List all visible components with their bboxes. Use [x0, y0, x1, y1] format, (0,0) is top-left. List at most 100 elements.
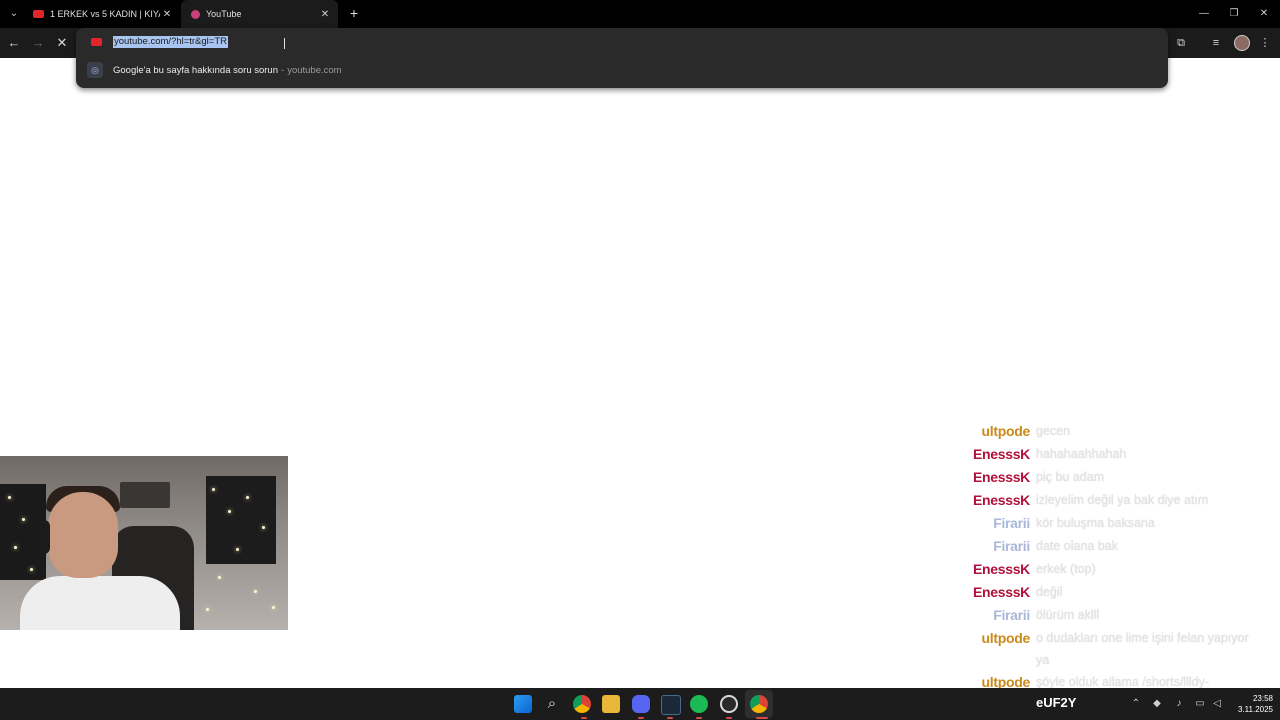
fairy-light	[262, 526, 265, 529]
webcam-wall-panel	[206, 476, 276, 564]
tab-video[interactable]: 1 ERKEK vs 5 KADIN | KIYAFETLİ ✕	[23, 0, 180, 28]
profile-avatar[interactable]	[1234, 35, 1250, 51]
menu-icon[interactable]: ⋮	[1257, 35, 1273, 51]
fairy-light	[272, 606, 275, 609]
minimize-icon[interactable]: —	[1189, 0, 1219, 28]
fairy-light	[228, 510, 231, 513]
suggestion-domain: youtube.com	[287, 64, 342, 76]
webcam-shelf	[120, 482, 170, 508]
tab-search-icon[interactable]: ⌄	[6, 6, 22, 22]
fairy-light	[22, 518, 25, 521]
chrome-icon[interactable]	[573, 695, 591, 713]
chat-text: hahahaahhahah	[1036, 447, 1127, 461]
tab-title: YouTube	[206, 9, 242, 19]
discord-icon[interactable]	[632, 695, 650, 713]
tab-youtube[interactable]: YouTube ✕	[181, 0, 338, 28]
omnibox-dropdown: youtube.com/?hl=tr&gl=TR ◎ Google'a bu s…	[76, 28, 1168, 88]
running-indicator	[726, 717, 732, 719]
taskbar-label: eUF2Y	[1036, 695, 1077, 710]
chat-text: gecen	[1036, 424, 1071, 438]
media-control-icon[interactable]: ≡	[1208, 35, 1224, 51]
running-indicator	[581, 717, 587, 719]
stream-chat-overlay: ultpode gecen EnesssK hahahaahhahah Enes…	[940, 420, 1260, 688]
search-icon[interactable]: ⌕	[543, 695, 561, 713]
chat-message: Firarii kör buluşma baksana	[940, 512, 1260, 535]
running-indicator	[667, 717, 673, 719]
stop-loading-icon[interactable]: ✕	[54, 35, 70, 51]
file-explorer-icon[interactable]	[602, 695, 620, 713]
restore-icon[interactable]: ❐	[1219, 0, 1249, 28]
close-tab-icon[interactable]: ✕	[318, 9, 332, 20]
chat-message: EnesssK değil	[940, 581, 1260, 604]
chat-username: Firarii	[993, 538, 1030, 554]
close-window-icon[interactable]: ✕	[1249, 0, 1279, 28]
tab-strip: ⌄ 1 ERKEK vs 5 KADIN | KIYAFETLİ ✕ YouTu…	[0, 0, 1280, 28]
chat-message: EnesssK piç bu adam	[940, 466, 1260, 489]
chat-text: erkek (top)	[1036, 562, 1096, 576]
webcam-headset	[36, 520, 50, 554]
microphone-icon[interactable]: ♪	[1172, 697, 1186, 711]
clock-time: 23:58	[1252, 694, 1273, 703]
steam-tray-icon[interactable]: ◆	[1150, 697, 1164, 711]
webcam-person-head	[48, 492, 118, 578]
extensions-icon[interactable]: ⧉	[1173, 35, 1189, 51]
windows-taskbar: ⌕ eUF2Y ⌃ ◆ ♪ ▭ ◁ 23:58 3.11.2025	[0, 688, 1280, 720]
fairy-light	[236, 548, 239, 551]
chat-text: ölürüm aklll	[1036, 608, 1100, 622]
chevron-up-icon[interactable]: ⌃	[1129, 697, 1143, 711]
chat-text: izleyelim değil ya bak diye atım	[1036, 493, 1209, 507]
youtube-icon	[33, 10, 44, 18]
chat-username: EnesssK	[972, 584, 1030, 600]
fairy-light	[206, 608, 209, 611]
chat-username: Firarii	[993, 607, 1030, 623]
chat-message: ultpode gecen	[940, 420, 1260, 443]
fairy-light	[14, 546, 17, 549]
chat-username: ultpode	[981, 423, 1031, 439]
fairy-light	[254, 590, 257, 593]
forward-icon[interactable]: →	[30, 35, 46, 51]
chat-message: EnesssK izleyelim değil ya bak diye atım	[940, 489, 1260, 512]
chrome-active-icon[interactable]	[750, 695, 768, 713]
fairy-light	[30, 568, 33, 571]
chat-username: EnesssK	[972, 469, 1030, 485]
steam-icon[interactable]	[661, 695, 681, 715]
chat-text: değil	[1036, 585, 1063, 599]
chat-text: date olana bak	[1036, 539, 1119, 553]
loading-icon	[191, 9, 200, 19]
running-indicator	[696, 717, 702, 719]
chat-text: piç bu adam	[1036, 470, 1105, 484]
chat-username: ultpode	[981, 630, 1031, 646]
network-icon[interactable]: ▭	[1193, 697, 1207, 711]
system-clock[interactable]: 23:58 3.11.2025	[1233, 693, 1273, 715]
text-cursor	[284, 38, 285, 49]
windows-start-icon[interactable]	[514, 695, 532, 713]
fairy-light	[218, 576, 221, 579]
back-icon[interactable]: ←	[6, 35, 22, 51]
tab-title: 1 ERKEK vs 5 KADIN | KIYAFETLİ	[50, 9, 160, 19]
chat-message: EnesssK erkek (top)	[940, 558, 1260, 581]
webcam-overlay	[0, 456, 288, 630]
address-bar-input[interactable]: youtube.com/?hl=tr&gl=TR	[113, 36, 229, 48]
chat-text: o dudakları one lime işini felan yapıyor…	[1036, 631, 1249, 667]
chat-message: ultpode o dudakları one lime işini felan…	[940, 627, 1260, 673]
fairy-light	[212, 488, 215, 491]
volume-icon[interactable]: ◁	[1210, 697, 1224, 711]
fairy-light	[8, 496, 11, 499]
chat-username: ultpode	[981, 674, 1031, 688]
chat-username: Firarii	[993, 515, 1030, 531]
suggestion-text: Google'a bu sayfa hakkında soru sorun	[113, 64, 279, 76]
fairy-light	[246, 496, 249, 499]
spotify-icon[interactable]	[690, 695, 708, 713]
chat-message: Firarii ölürüm aklll	[940, 604, 1260, 627]
obs-icon[interactable]	[720, 695, 738, 713]
omnibox-suggestion[interactable]: ◎ Google'a bu sayfa hakkında soru sorun …	[76, 58, 1168, 82]
youtube-icon	[91, 38, 102, 46]
new-tab-icon[interactable]: +	[346, 5, 362, 21]
chat-message: ultpode şöyle olduk allama /shorts/llldy…	[940, 671, 1260, 688]
webcam-person-body	[20, 576, 180, 630]
lens-search-icon: ◎	[87, 62, 103, 78]
chat-username: EnesssK	[972, 446, 1030, 462]
chat-message: EnesssK hahahaahhahah	[940, 443, 1260, 466]
close-tab-icon[interactable]: ✕	[160, 9, 174, 20]
clock-date: 3.11.2025	[1238, 705, 1273, 714]
